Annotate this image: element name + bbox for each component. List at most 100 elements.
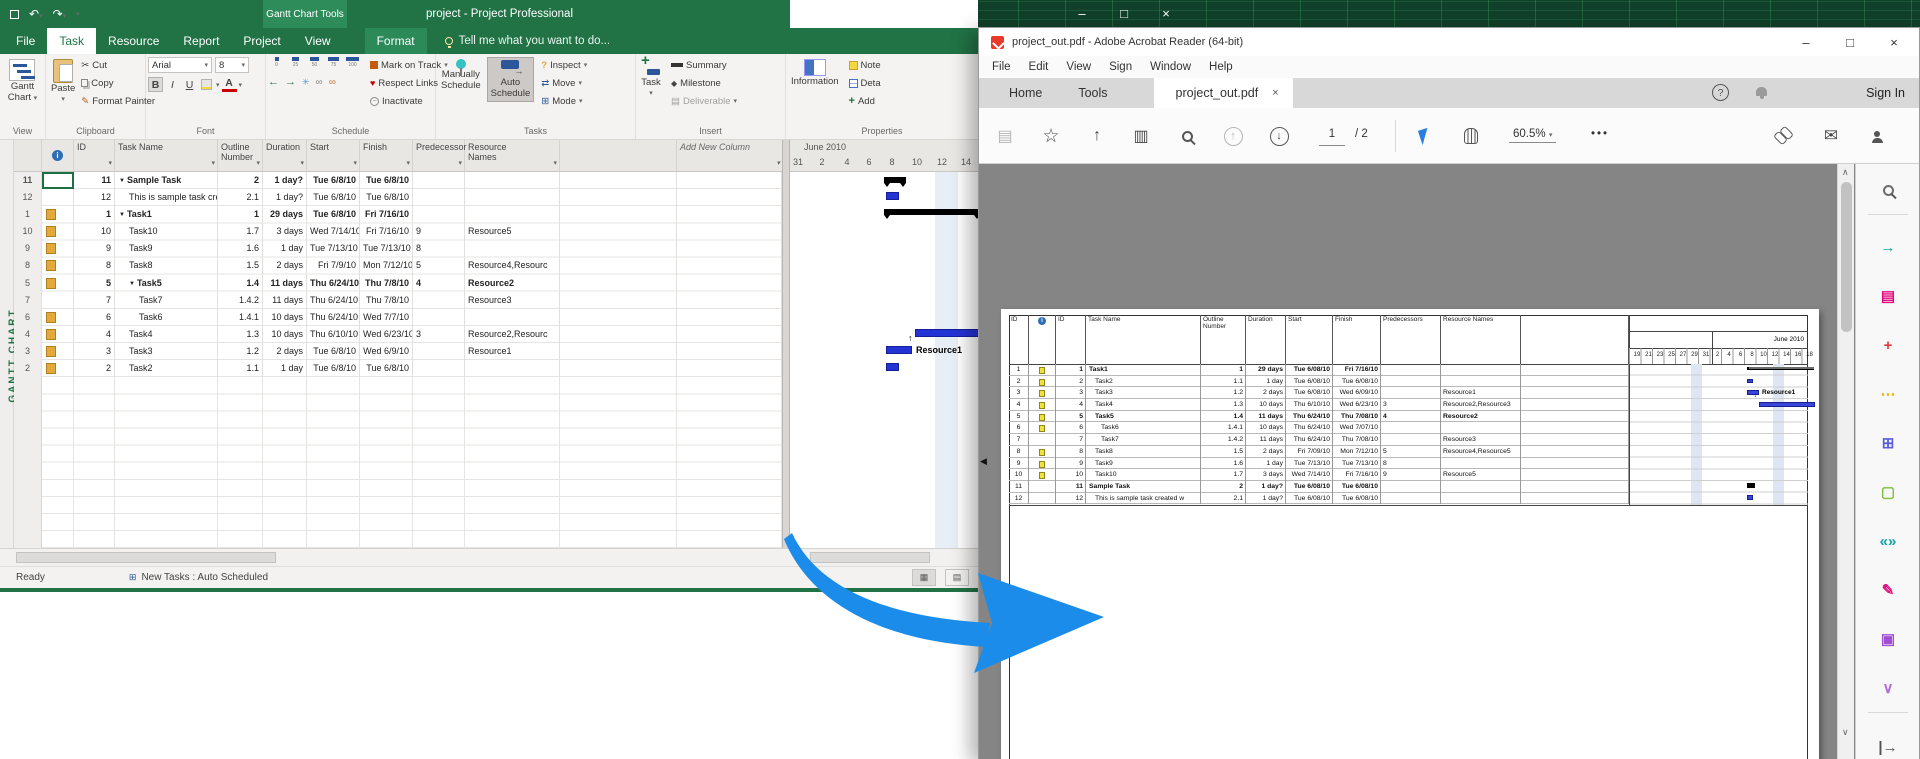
cell[interactable]: Tue 6/8/10 [360,189,413,206]
cell[interactable] [42,309,74,326]
cell[interactable] [560,309,677,326]
cell[interactable] [677,206,782,223]
cell[interactable] [560,360,677,377]
auto-schedule-button[interactable]: Auto Schedule [487,57,535,102]
mode-button[interactable]: ⊞Mode▾ [541,93,587,109]
zoom-level-select[interactable]: 60.5% ▾ [1509,128,1556,143]
table-hscroll-thumb[interactable] [16,552,276,563]
cell[interactable]: Wed 7/7/10 [360,309,413,326]
vertical-scrollbar[interactable]: ∧ ∨ [1837,164,1854,759]
cell[interactable] [465,206,560,223]
task-row[interactable]: 33Task31.22 daysTue 6/8/10Wed 6/9/10Reso… [14,343,782,360]
task-row[interactable]: 1212This is sample task cre2.11 day?Tue … [14,189,782,206]
tab-file[interactable]: File [0,28,47,54]
cell[interactable] [413,206,465,223]
cell[interactable] [42,326,74,343]
cell[interactable]: Thu 6/24/10 [307,292,360,309]
cell[interactable] [560,240,677,257]
cell[interactable] [560,257,677,274]
cell[interactable]: 2 days [263,257,307,274]
page-number-input[interactable]: 1 [1319,128,1345,146]
cell[interactable]: 2 days [263,343,307,360]
acrobat-minimize-button[interactable]: – [1785,28,1827,56]
resource-names-column-header[interactable]: ResourceNames▾ [465,140,560,171]
outline-number-column-header[interactable]: OutlineNumber▾ [218,140,263,171]
underline-button[interactable]: U [182,77,197,92]
cell[interactable]: 8 [74,257,115,274]
cell[interactable]: Resource1 [465,343,560,360]
cell[interactable]: 10 days [263,326,307,343]
cell[interactable]: 1.6 [218,240,263,257]
empty-column-header[interactable] [560,140,677,171]
cell[interactable] [677,189,782,206]
menu-help[interactable]: Help [1200,61,1242,73]
share-person-icon[interactable] [1863,122,1891,150]
cell[interactable] [560,275,677,292]
cell[interactable]: Task6 [115,309,218,326]
tab-resource[interactable]: Resource [96,28,171,54]
sign-in-button[interactable]: Sign In [1866,78,1905,108]
cell[interactable]: Resource2,Resourc [465,326,560,343]
more-tools-icon[interactable]: ••• [1591,128,1609,140]
menu-window[interactable]: Window [1141,61,1200,73]
cell[interactable]: Tue 6/8/10 [307,343,360,360]
cell[interactable]: 9 [74,240,115,257]
cell[interactable]: Thu 6/10/10 [307,326,360,343]
font-size-select[interactable]: 8▾ [215,57,249,73]
cell[interactable]: 1.4 [218,275,263,292]
cell[interactable] [465,360,560,377]
export-pdf-icon[interactable]: → [1874,233,1902,261]
cell[interactable]: Task3 [115,343,218,360]
cell[interactable]: Tue 7/13/10 [307,240,360,257]
collapse-outline-icon[interactable]: ▼ [119,178,125,184]
cell[interactable] [677,172,782,189]
cell[interactable]: Tue 6/8/10 [307,360,360,377]
cell[interactable]: 2 [218,172,263,189]
tab-tools[interactable]: Tools [1060,78,1125,108]
cell[interactable]: 3 [74,343,115,360]
close-document-tab-icon[interactable]: × [1272,87,1278,99]
task-row[interactable]: 1010Task101.73 daysWed 7/14/10Fri 7/16/1… [14,223,782,240]
cell[interactable] [413,360,465,377]
cell[interactable]: 7 [74,292,115,309]
outdent-task-icon[interactable]: ← [268,76,279,88]
gantt-summary-bar[interactable] [884,177,906,183]
cell[interactable]: Thu 7/8/10 [360,292,413,309]
cell[interactable]: Tue 6/8/10 [307,189,360,206]
task-row[interactable]: 77Task71.4.211 daysThu 6/24/10Thu 7/8/10… [14,292,782,309]
insert-summary-button[interactable]: Summary [671,57,737,73]
cell[interactable]: 11 days [263,275,307,292]
cell[interactable] [560,292,677,309]
cell[interactable]: 1.7 [218,223,263,240]
link-tasks-icon[interactable]: ∞ [316,77,323,88]
cell[interactable] [677,257,782,274]
search-tools-icon[interactable] [1874,176,1902,204]
task-row[interactable]: 22Task21.11 dayTue 6/8/10Tue 6/8/10 [14,360,782,377]
percent-100-button[interactable]: 100 [344,57,361,71]
previous-page-icon[interactable]: ↑ [1219,122,1247,150]
cell[interactable]: Tue 6/8/10 [307,172,360,189]
search-icon[interactable] [1173,122,1201,150]
cell[interactable]: Fri 7/9/10 [307,257,360,274]
cell[interactable] [465,172,560,189]
cell[interactable] [42,240,74,257]
cell[interactable] [560,206,677,223]
cell[interactable]: ▼Task1 [115,206,218,223]
cell[interactable] [42,360,74,377]
fill-sign-icon[interactable]: ✎ [1874,576,1902,604]
select-tool-icon[interactable] [1411,122,1439,150]
cell[interactable]: 1 [218,206,263,223]
undo-button[interactable]: ↶▾ [29,7,43,21]
hand-tool-icon[interactable] [1457,122,1485,150]
cell[interactable]: 10 [14,223,42,240]
cell[interactable]: 1.2 [218,343,263,360]
gantt-task-bar[interactable] [915,329,978,337]
create-pdf-icon[interactable]: + [1874,331,1902,359]
duration-column-header[interactable]: Duration▾ [263,140,307,171]
unlink-tasks-icon[interactable]: ∞ [329,77,336,88]
cell[interactable]: Task8 [115,257,218,274]
next-page-icon[interactable]: ↓ [1265,122,1293,150]
cell[interactable] [42,275,74,292]
print-icon[interactable]: ▥ [1127,122,1155,150]
acrobat-close-button[interactable]: × [1873,28,1915,56]
